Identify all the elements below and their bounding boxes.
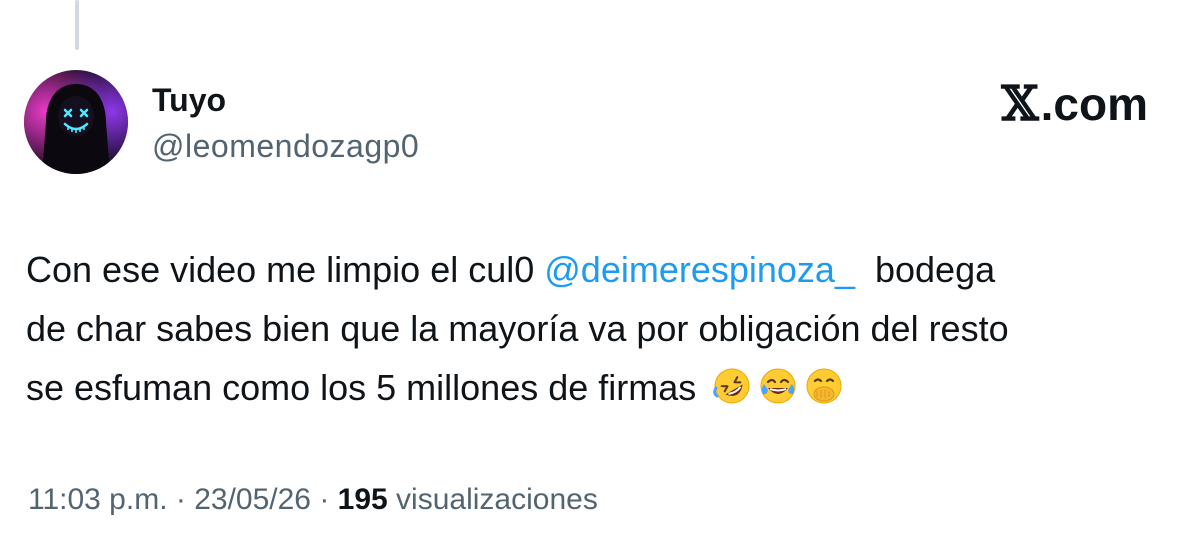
tweet-text-line-2: de char sabes bien que la mayoría va por… [26,308,1009,349]
tweet-text-segment: se esfuman como los 5 millones de firmas [26,367,707,408]
tweet-time[interactable]: 11:03 p.m. [28,483,168,516]
face-with-tears-of-joy-emoji-icon [760,368,796,404]
x-logo-icon: 𝕏 [1001,76,1039,132]
tweet-text-segment: bodega [854,249,996,290]
mention-link[interactable]: @deimerespinoza_ [544,249,855,290]
meta-separator: · [310,483,338,516]
tweet-text-line-1: Con ese video me limpio el cul0 @deimere… [26,240,1176,299]
neon-masked-figure-avatar-icon [24,70,128,174]
tweet-metadata: 11:03 p.m. · 23/05/26 · 195 visualizacio… [28,480,598,520]
tweet-date[interactable]: 23/05/26 [194,483,311,516]
avatar[interactable] [24,70,128,174]
author-handle[interactable]: @leomendozagp0 [152,126,419,166]
author-display-name[interactable]: Tuyo [152,80,226,120]
tweet-text-segment: Con ese video me limpio el cul0 [26,249,545,290]
x-com-logo: 𝕏 .com [1001,76,1148,132]
thread-connector-line [75,0,79,50]
views-label: visualizaciones [387,483,598,516]
brand-domain: .com [1040,78,1148,130]
tweet-text: Con ese video me limpio el cul0 @deimere… [26,240,1176,417]
tweet-text-line-3: se esfuman como los 5 millones de firmas [26,358,1176,417]
face-with-hand-over-mouth-emoji-icon [806,368,842,404]
views-count[interactable]: 195 [338,483,388,516]
rolling-on-floor-laughing-emoji-icon [713,368,750,404]
meta-separator: · [167,483,195,516]
